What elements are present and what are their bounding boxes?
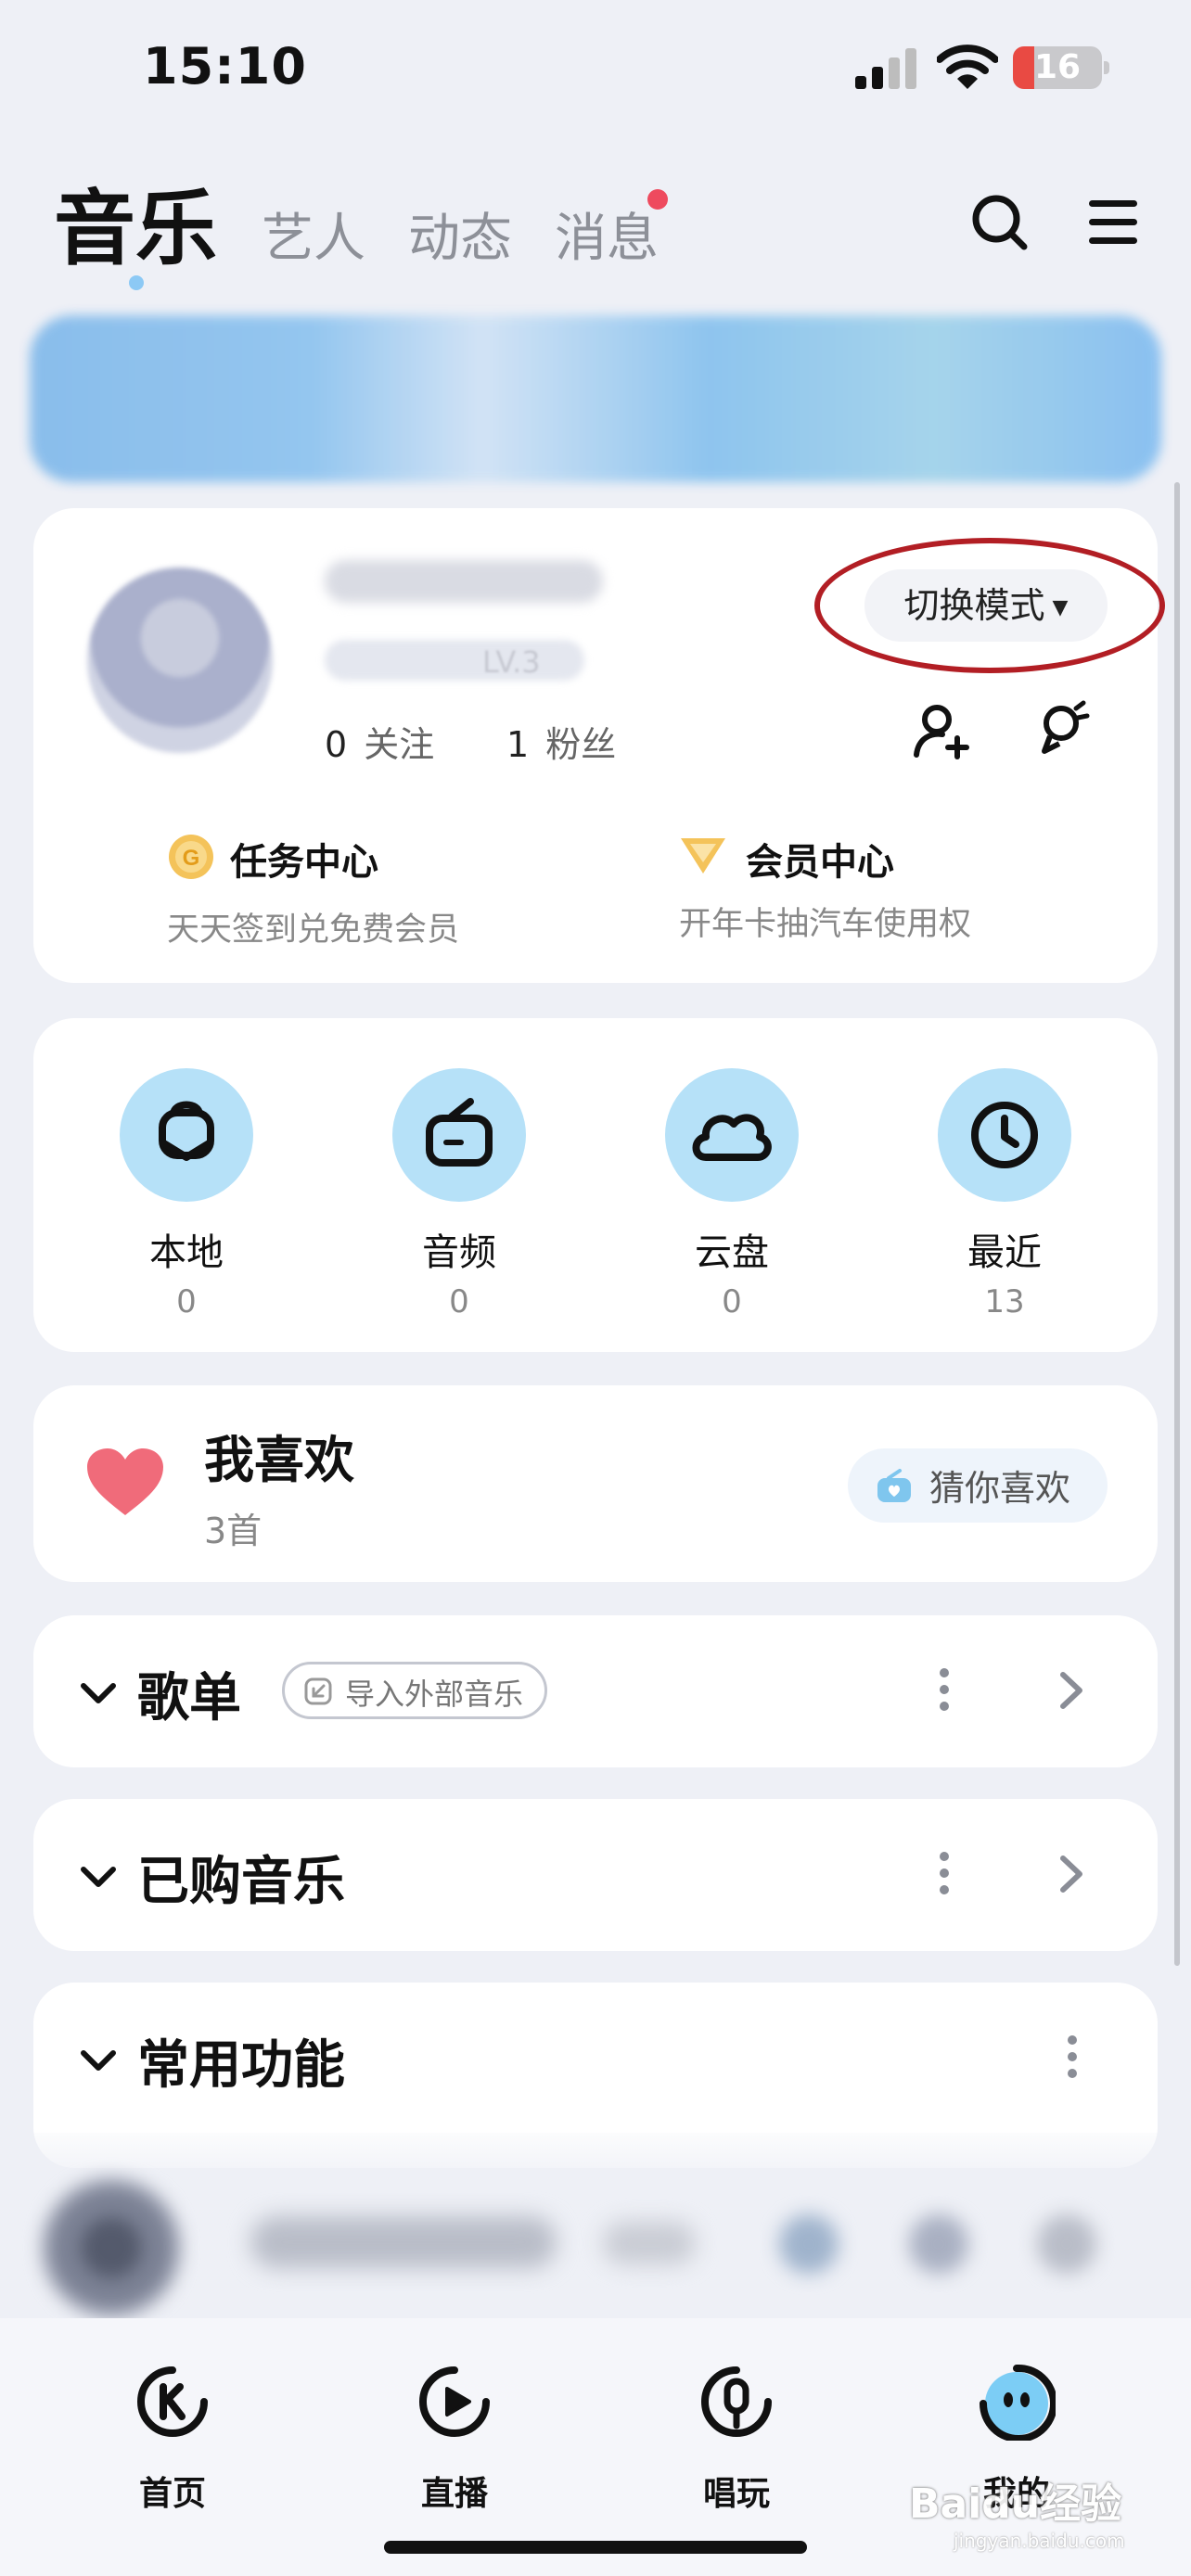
more-options-icon[interactable] xyxy=(937,1851,952,1895)
mini-player-artist-blurred xyxy=(603,2222,696,2264)
nav-live-label[interactable]: 直播 xyxy=(362,2467,547,2515)
battery-tip xyxy=(1104,61,1109,74)
mini-player-control-blurred[interactable] xyxy=(909,2214,968,2274)
cloud-count: 0 xyxy=(722,1283,742,1320)
mini-player-cover[interactable] xyxy=(41,2177,182,2318)
cloud-icon xyxy=(692,1114,772,1161)
local-count: 0 xyxy=(176,1283,197,1320)
local-music-icon xyxy=(159,1101,214,1161)
tab-feed[interactable]: 动态 xyxy=(408,197,512,272)
more-options-icon[interactable] xyxy=(937,1667,952,1712)
chevron-down-icon[interactable] xyxy=(80,1866,117,1888)
tab-messages[interactable]: 消息 xyxy=(555,197,659,272)
mini-player-control-blurred[interactable] xyxy=(779,2214,839,2274)
scrollbar[interactable] xyxy=(1174,482,1180,1966)
search-icon[interactable] xyxy=(970,193,1030,252)
chevron-right-icon[interactable] xyxy=(1059,1671,1083,1710)
tab-artist[interactable]: 艺人 xyxy=(262,197,365,272)
menu-icon[interactable] xyxy=(1087,198,1139,247)
active-tab-indicator xyxy=(129,275,144,290)
common-functions-title: 常用功能 xyxy=(137,2035,345,2096)
cloud-label: 云盘 xyxy=(695,1231,769,1274)
follow-label: 关注 xyxy=(364,724,435,765)
karaoke-mic-icon[interactable] xyxy=(1035,699,1095,759)
favorites-count: 3首 xyxy=(204,1511,263,1551)
mini-player[interactable] xyxy=(0,2133,1191,2318)
playlist-title: 歌单 xyxy=(137,1668,241,1728)
live-play-icon[interactable] xyxy=(417,2365,492,2439)
avatar[interactable] xyxy=(87,567,273,753)
mini-player-control-blurred[interactable] xyxy=(1037,2214,1096,2274)
tab-music[interactable]: 音乐 xyxy=(54,163,217,281)
sing-mic-icon[interactable] xyxy=(699,2365,774,2439)
audio-label: 音频 xyxy=(422,1231,496,1274)
chevron-right-icon[interactable] xyxy=(1059,1855,1083,1894)
follow-stat[interactable]: 0 关注 xyxy=(325,716,434,767)
follow-count: 0 xyxy=(325,724,348,765)
local-label: 本地 xyxy=(149,1231,224,1274)
promo-banner[interactable] xyxy=(30,315,1161,482)
add-friend-icon[interactable] xyxy=(913,701,972,760)
fans-label: 粉丝 xyxy=(545,724,617,765)
import-music-label: 导入外部音乐 xyxy=(345,1677,524,1712)
username-blurred xyxy=(325,560,603,603)
recent-count: 13 xyxy=(984,1283,1025,1320)
guess-you-like-label: 猜你喜欢 xyxy=(929,1468,1071,1509)
wifi-icon xyxy=(937,45,998,89)
watermark-sub: jingyan.baidu.com xyxy=(954,2530,1125,2552)
local-music-button[interactable] xyxy=(120,1068,253,1202)
status-time: 15:10 xyxy=(143,37,307,96)
watermark: Baidu经验 xyxy=(909,2480,1122,2528)
audio-count: 0 xyxy=(449,1283,469,1320)
vip-center-title[interactable]: 会员中心 xyxy=(746,832,894,886)
nav-home-label[interactable]: 首页 xyxy=(80,2467,265,2515)
heart-icon xyxy=(87,1448,163,1515)
task-center-title[interactable]: 任务中心 xyxy=(230,832,378,886)
import-icon xyxy=(304,1677,332,1705)
battery-level: 16 xyxy=(1033,48,1082,86)
battery-icon: 16 xyxy=(1013,46,1102,89)
user-badges-blurred xyxy=(325,640,584,681)
fans-stat[interactable]: 1 粉丝 xyxy=(506,716,616,767)
favorites-title: 我喜欢 xyxy=(204,1431,354,1489)
task-center-subtitle: 天天签到兑免费会员 xyxy=(167,912,460,949)
fans-count: 1 xyxy=(506,724,530,765)
mini-player-song-blurred xyxy=(250,2216,557,2268)
recent-button[interactable] xyxy=(938,1068,1071,1202)
chevron-down-icon[interactable] xyxy=(80,1682,117,1704)
svg-text:G: G xyxy=(183,846,200,871)
more-options-icon[interactable] xyxy=(1065,2034,1080,2079)
diamond-icon xyxy=(681,838,725,874)
home-indicator[interactable] xyxy=(384,2541,807,2554)
message-badge xyxy=(647,189,668,210)
clock-icon xyxy=(971,1102,1038,1168)
task-coin-icon: G xyxy=(169,835,213,879)
cloud-disk-button[interactable] xyxy=(665,1068,799,1202)
audio-button[interactable] xyxy=(392,1068,526,1202)
purchased-title: 已购音乐 xyxy=(137,1852,345,1912)
user-level: LV.3 xyxy=(482,644,541,680)
cellular-signal-icon xyxy=(855,48,916,89)
highlight-annotation-ring xyxy=(814,538,1165,673)
radio-icon xyxy=(877,1469,911,1502)
recent-label: 最近 xyxy=(967,1231,1042,1274)
nav-sing-label[interactable]: 唱玩 xyxy=(644,2467,829,2515)
home-k-icon[interactable] xyxy=(135,2365,210,2439)
vip-center-subtitle: 开年卡抽汽车使用权 xyxy=(679,906,972,943)
audio-radio-icon xyxy=(426,1098,493,1167)
chevron-down-icon[interactable] xyxy=(80,2049,117,2072)
profile-face-icon[interactable] xyxy=(978,2363,1056,2441)
